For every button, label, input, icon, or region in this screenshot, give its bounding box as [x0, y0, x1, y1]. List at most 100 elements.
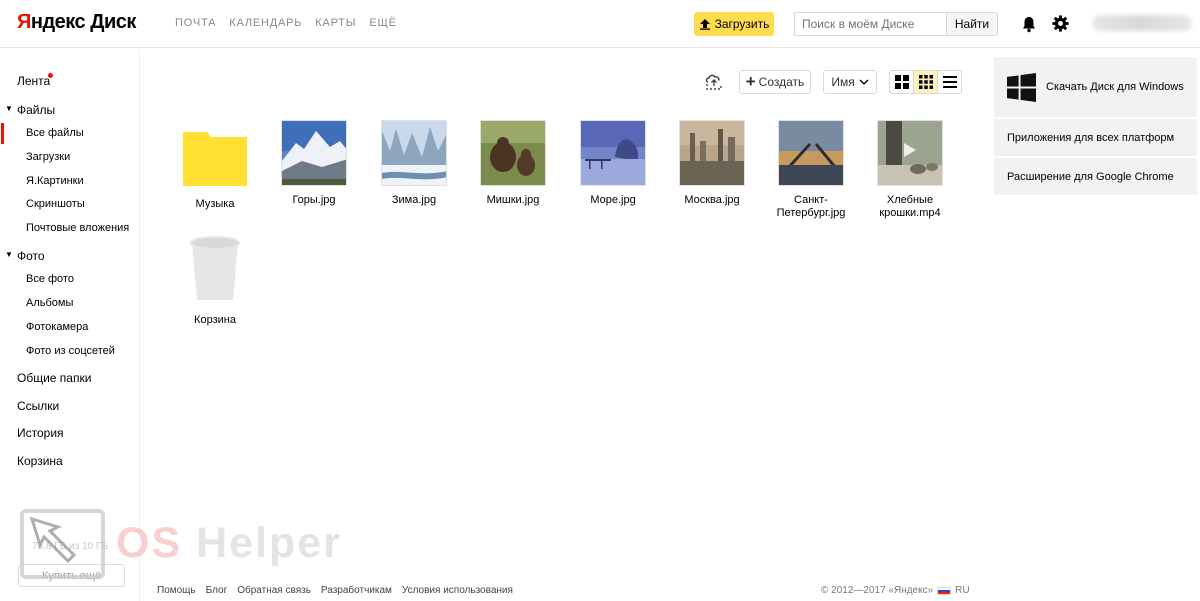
footer-terms-link[interactable]: Условия использования: [402, 585, 513, 596]
chevron-down-icon: [859, 79, 869, 85]
nav-calendar[interactable]: КАЛЕНДАРЬ: [229, 17, 302, 29]
nav-mail[interactable]: ПОЧТА: [175, 17, 216, 29]
folder-icon: [183, 132, 247, 186]
plus-icon: +: [745, 72, 756, 91]
copyright-text: © 2012—2017 «Яндекс»: [821, 585, 934, 596]
chrome-extension-label: Расширение для Google Chrome: [1007, 170, 1174, 183]
download-windows-link[interactable]: Скачать Диск для Windows: [994, 57, 1197, 117]
sidebar-item-camera[interactable]: Фотокамера: [26, 321, 88, 333]
apps-all-platforms-link[interactable]: Приложения для всех платформ: [994, 119, 1197, 156]
file-name: Море.jpg: [590, 194, 636, 206]
footer-blog-link[interactable]: Блог: [206, 585, 228, 596]
watermark-os: OS: [116, 519, 183, 567]
thumbnail-bears: [480, 120, 546, 186]
apps-all-platforms-label: Приложения для всех платформ: [1007, 131, 1175, 144]
expand-triangle-icon[interactable]: ▼: [5, 250, 13, 259]
thumbnail-winter: [381, 120, 447, 186]
sidebar-item-photo[interactable]: Фото: [17, 249, 45, 263]
thumbnail-sea: [580, 120, 646, 186]
unread-dot: [48, 73, 53, 78]
sidebar-item-all-files[interactable]: Все файлы: [1, 123, 84, 144]
view-small-tiles-button[interactable]: [913, 71, 937, 93]
chrome-extension-link[interactable]: Расширение для Google Chrome: [994, 158, 1197, 195]
thumbnail-bread-crumbs-video: [877, 120, 943, 186]
watermark-logo: [20, 509, 105, 579]
thumbnail-saint-petersburg: [778, 120, 844, 186]
file-name: Зима.jpg: [391, 194, 437, 206]
trash-bin-icon: [190, 236, 240, 300]
sidebar-item-all-photos[interactable]: Все фото: [26, 273, 74, 285]
logo-text: ндекс Диск: [30, 11, 137, 33]
watermark-text: OS Helper: [116, 519, 342, 568]
download-windows-label: Скачать Диск для Windows: [1046, 81, 1184, 93]
cursor-arrow-icon: [29, 516, 77, 564]
file-tile-trash[interactable]: Корзина: [175, 235, 255, 327]
upload-from-cloud-icon[interactable]: [704, 71, 724, 91]
file-tile-image[interactable]: Зима.jpg: [374, 120, 454, 207]
sidebar-item-files[interactable]: Файлы: [17, 103, 55, 117]
sidebar-item-trash[interactable]: Корзина: [17, 454, 63, 468]
file-name: Музыка: [195, 198, 235, 210]
sidebar-item-mail-attachments[interactable]: Почтовые вложения: [26, 222, 129, 234]
copyright: © 2012—2017 «Яндекс» RU: [821, 585, 970, 596]
russia-flag-icon[interactable]: [937, 586, 952, 595]
create-button[interactable]: + Создать: [739, 70, 811, 94]
nav-more[interactable]: ЕЩЁ: [369, 17, 396, 29]
logo-letter: Я: [17, 11, 31, 33]
view-list-button[interactable]: [937, 71, 961, 93]
nav-maps[interactable]: КАРТЫ: [315, 17, 356, 29]
file-name: Горы.jpg: [292, 194, 336, 206]
sort-label: Имя: [831, 75, 855, 89]
sidebar-item-history[interactable]: История: [17, 426, 64, 440]
search-button[interactable]: Найти: [946, 12, 998, 36]
file-tile-image[interactable]: Санкт- Петербург.jpg: [771, 120, 851, 220]
bell-icon[interactable]: [1020, 15, 1038, 33]
file-name: Корзина: [194, 314, 236, 326]
sort-dropdown[interactable]: Имя: [823, 70, 877, 94]
file-name: Москва.jpg: [684, 194, 740, 206]
view-large-tiles-button[interactable]: [890, 71, 913, 93]
file-name: Хлебные крошки.mp4: [879, 194, 941, 219]
promo-panel: Скачать Диск для Windows Приложения для …: [994, 57, 1197, 197]
thumbnail-mountains: [281, 120, 347, 186]
file-tile-image[interactable]: Москва.jpg: [672, 120, 752, 207]
file-tile-image[interactable]: Мишки.jpg: [473, 120, 553, 207]
footer-help-link[interactable]: Помощь: [157, 585, 196, 596]
sidebar-item-ya-pictures[interactable]: Я.Картинки: [26, 175, 84, 187]
file-name: Мишки.jpg: [486, 194, 540, 206]
language-selector[interactable]: RU: [955, 585, 969, 596]
file-tile-video[interactable]: Хлебные крошки.mp4: [870, 120, 950, 220]
upload-label: Загрузить: [714, 17, 770, 31]
upload-button[interactable]: Загрузить: [694, 12, 774, 36]
header: Яндекс Диск ПОЧТА КАЛЕНДАРЬ КАРТЫ ЕЩЁ За…: [0, 0, 1200, 48]
large-grid-icon: [894, 75, 909, 89]
upload-icon: [699, 19, 710, 30]
sidebar-item-social-photos[interactable]: Фото из соцсетей: [26, 345, 115, 357]
sidebar-item-screenshots[interactable]: Скриншоты: [26, 198, 85, 210]
sidebar-item-feed[interactable]: Лента: [17, 74, 50, 88]
sidebar-item-shared-folders[interactable]: Общие папки: [17, 371, 91, 385]
windows-logo-icon: [1007, 72, 1036, 102]
footer-feedback-link[interactable]: Обратная связь: [237, 585, 311, 596]
sidebar-item-links[interactable]: Ссылки: [17, 399, 59, 413]
gear-icon[interactable]: [1051, 14, 1070, 33]
top-navigation: ПОЧТА КАЛЕНДАРЬ КАРТЫ ЕЩЁ: [175, 17, 397, 29]
file-tile-image[interactable]: Море.jpg: [573, 120, 653, 207]
sidebar-item-albums[interactable]: Альбомы: [26, 297, 73, 309]
user-account[interactable]: [1092, 15, 1192, 31]
expand-triangle-icon[interactable]: ▼: [5, 104, 13, 113]
create-label: Создать: [758, 75, 805, 89]
small-grid-icon: [918, 75, 933, 89]
footer-links: Помощь Блог Обратная связь Разработчикам…: [157, 585, 513, 596]
search-input[interactable]: [794, 12, 947, 36]
yandex-disk-logo[interactable]: Яндекс Диск: [17, 11, 136, 34]
watermark-helper: Helper: [196, 519, 342, 567]
view-switcher: [889, 70, 962, 94]
list-icon: [942, 76, 957, 88]
file-tile-folder[interactable]: Музыка: [175, 120, 255, 211]
footer-developers-link[interactable]: Разработчикам: [321, 585, 392, 596]
sidebar-item-downloads[interactable]: Загрузки: [26, 151, 70, 163]
file-name: Санкт- Петербург.jpg: [776, 194, 846, 219]
thumbnail-moscow: [679, 120, 745, 186]
file-tile-image[interactable]: Горы.jpg: [274, 120, 354, 207]
